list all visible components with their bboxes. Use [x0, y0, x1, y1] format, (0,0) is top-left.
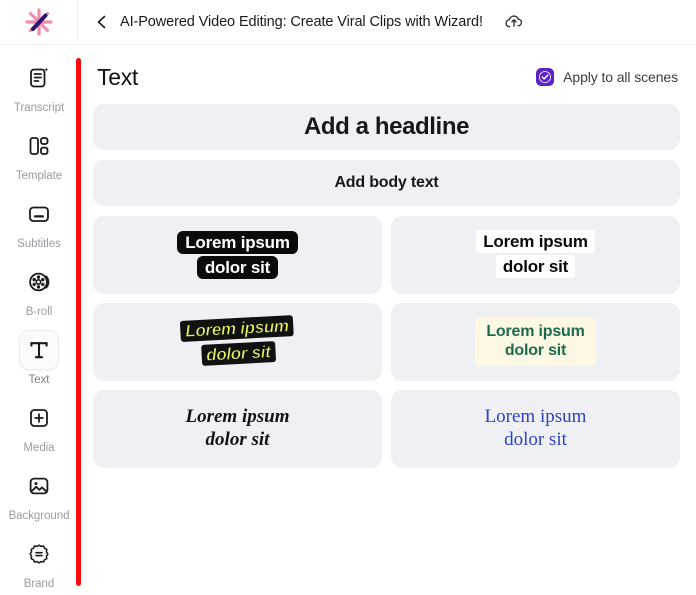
style-line-1: Lorem ipsum	[486, 323, 585, 341]
template-icon	[29, 137, 49, 155]
style-preview: Lorem ipsum dolor sit	[475, 318, 596, 366]
add-headline-button[interactable]: Add a headline	[93, 104, 680, 150]
sidebar-label-text: Text	[28, 374, 50, 386]
cloud-upload-icon	[505, 15, 522, 28]
sidebar-item-background[interactable]: Background	[0, 466, 78, 534]
sidebar-label-transcript: Transcript	[13, 102, 65, 114]
apply-to-all-scenes-toggle[interactable]: Apply to all scenes	[536, 68, 678, 86]
badge-seal-icon	[29, 544, 49, 564]
document-title[interactable]: AI-Powered Video Editing: Create Viral C…	[120, 14, 483, 30]
back-button[interactable]	[86, 6, 118, 38]
subtitles-icon-wrap	[19, 194, 59, 234]
text-style-card-yellow-italic-outline[interactable]: Lorem ipsum dolor sit	[93, 303, 382, 381]
sidebar-item-transcript[interactable]: Transcript	[0, 58, 78, 126]
style-line-2: dolor sit	[504, 429, 567, 450]
apply-to-all-checkbox[interactable]	[536, 68, 555, 86]
sidebar-item-brand[interactable]: Brand	[0, 534, 78, 595]
film-reel-icon-wrap	[19, 262, 59, 302]
text-style-card-white-on-black[interactable]: Lorem ipsum dolor sit	[93, 216, 382, 294]
page-title: Text	[97, 63, 138, 90]
text-style-grid: Lorem ipsum dolor sit Lorem ipsum dolor …	[93, 216, 680, 468]
left-sidebar: Transcript Template Subtitles B-roll Tex…	[0, 46, 78, 595]
film-reel-icon	[29, 272, 50, 292]
image-icon	[29, 477, 49, 495]
sidebar-label-broll: B-roll	[25, 306, 53, 318]
cloud-upload-button[interactable]	[499, 7, 529, 37]
style-line-1: Lorem ipsum	[484, 406, 587, 428]
style-line-2: dolor sit	[504, 342, 567, 359]
sidebar-item-template[interactable]: Template	[0, 126, 78, 194]
text-t-icon	[30, 342, 48, 359]
text-panel: Text Apply to all scenes Add a headline …	[85, 46, 696, 595]
sidebar-item-text[interactable]: Text	[0, 330, 78, 398]
text-style-card-black-on-white[interactable]: Lorem ipsum dolor sit	[391, 216, 680, 294]
plus-square-icon-wrap	[19, 398, 59, 438]
style-preview: Lorem ipsum dolor sit	[476, 230, 595, 279]
style-preview: Lorem ipsum dolor sit	[177, 230, 298, 281]
app-logo[interactable]	[0, 0, 78, 44]
apply-to-all-label: Apply to all scenes	[563, 69, 678, 85]
top-header: AI-Powered Video Editing: Create Viral C…	[0, 0, 696, 45]
app-root: AI-Powered Video Editing: Create Viral C…	[0, 0, 696, 595]
sidebar-label-template: Template	[15, 170, 63, 182]
image-icon-wrap	[19, 466, 59, 506]
subtitles-icon	[29, 206, 49, 222]
sparkle-wand-icon	[24, 8, 53, 36]
plus-square-icon	[30, 409, 48, 427]
chevron-left-icon	[97, 15, 106, 29]
text-style-card-serif-blue[interactable]: Lorem ipsum dolor sit	[391, 390, 680, 468]
transcript-icon-wrap	[19, 58, 59, 98]
sidebar-label-background: Background	[8, 510, 70, 522]
template-icon-wrap	[19, 126, 59, 166]
sidebar-item-media[interactable]: Media	[0, 398, 78, 466]
style-line-1: Lorem ipsum	[185, 406, 290, 428]
badge-seal-icon-wrap	[19, 534, 59, 574]
style-line-1: Lorem ipsum	[179, 315, 295, 343]
style-line-2: dolor sit	[196, 256, 279, 279]
check-icon	[539, 70, 552, 84]
sidebar-label-subtitles: Subtitles	[17, 238, 61, 250]
panel-header: Text Apply to all scenes	[93, 60, 680, 94]
sidebar-item-broll[interactable]: B-roll	[0, 262, 78, 330]
text-style-card-serif-bold-italic[interactable]: Lorem ipsum dolor sit	[93, 390, 382, 468]
style-line-2: dolor sit	[495, 255, 576, 278]
sparkle-wand-logo	[23, 6, 55, 38]
text-t-icon-wrap	[19, 330, 59, 370]
style-line-2: dolor sit	[205, 429, 270, 450]
sidebar-item-subtitles[interactable]: Subtitles	[0, 194, 78, 262]
sidebar-label-brand: Brand	[23, 578, 55, 590]
style-line-1: Lorem ipsum	[476, 230, 595, 254]
style-line-2: dolor sit	[200, 341, 276, 366]
sidebar-scrollbar[interactable]	[76, 58, 81, 586]
style-preview: Lorem ipsum dolor sit	[179, 314, 296, 369]
transcript-icon	[30, 67, 49, 88]
style-line-1: Lorem ipsum	[177, 230, 298, 254]
sidebar-label-media: Media	[23, 442, 55, 454]
text-style-card-green-on-cream[interactable]: Lorem ipsum dolor sit	[391, 303, 680, 381]
add-body-text-button[interactable]: Add body text	[93, 160, 680, 206]
style-preview: Lorem ipsum dolor sit	[186, 406, 290, 452]
style-preview: Lorem ipsum dolor sit	[485, 406, 587, 452]
